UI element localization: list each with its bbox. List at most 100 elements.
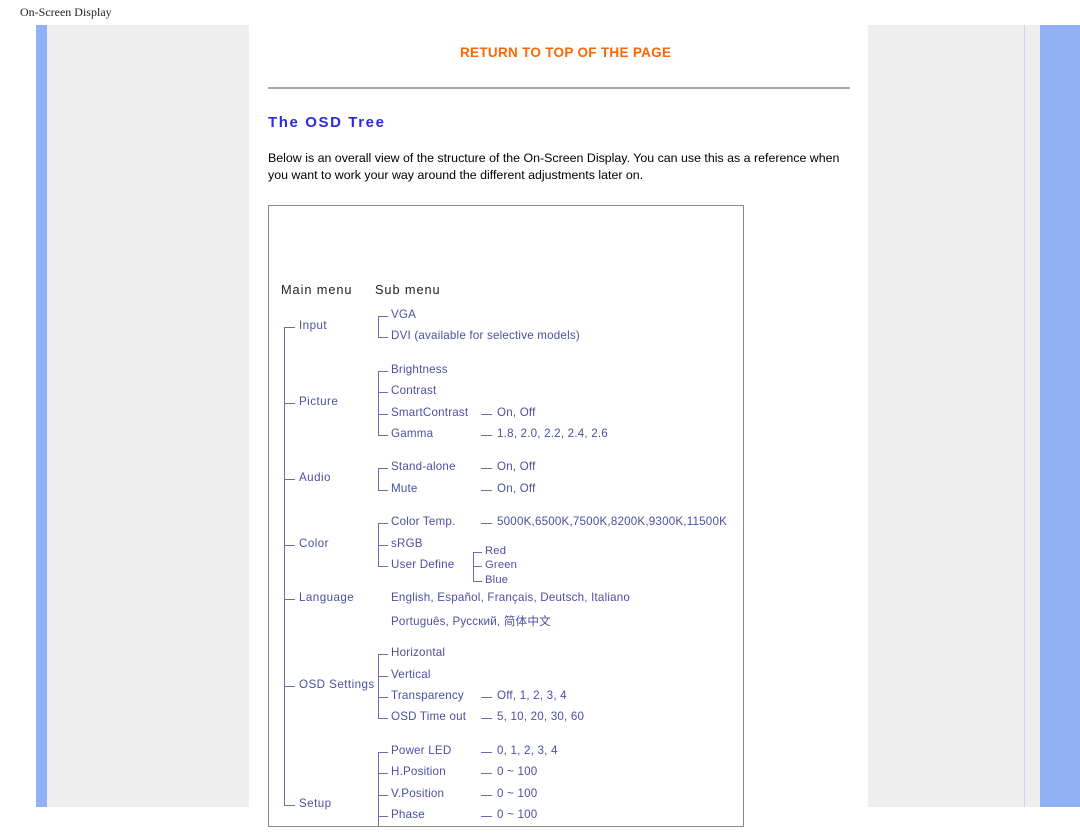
tree-sub-value: 0 ~ 100 [497, 808, 538, 821]
value-dash [481, 773, 492, 775]
tree-main-label: Language [299, 591, 355, 605]
left-accent-bar [36, 25, 47, 807]
sub-bracket-tick [378, 370, 388, 372]
main-spine-tick [284, 805, 295, 807]
sub-bracket-tick [378, 489, 388, 491]
sub-bracket-tick [378, 544, 388, 546]
sub-bracket-tick [378, 523, 388, 525]
tree-sub-value: 0 ~ 100 [497, 786, 538, 800]
sub-bracket-tick [378, 316, 388, 317]
tree-sub-value: 5000K,6500K,7500K,8200K,9300K,11500K [497, 515, 728, 529]
tree-sub-value: On, Off [497, 481, 536, 495]
tree-sub-label: Color Temp. [391, 515, 456, 529]
sub-bracket-tick [378, 675, 388, 677]
subsub-bracket-tick [473, 566, 482, 567]
main-spine-tick [284, 686, 295, 688]
value-dash [481, 523, 492, 525]
tree-main-label: Picture [299, 394, 339, 408]
tree-main-label: OSD Settings [299, 678, 375, 692]
value-dash [481, 435, 492, 436]
main-spine-tick [284, 479, 295, 481]
value-dash [481, 697, 492, 698]
tree-main-label: Input [299, 318, 328, 332]
main-spine-tick [284, 326, 295, 328]
tree-sub-label: sRGB [391, 536, 423, 550]
tree-subsub-label: Red [485, 544, 507, 557]
tree-sub-label: User Define [391, 558, 455, 571]
content-column: RETURN TO TOP OF THE PAGE The OSD Tree B… [250, 25, 868, 827]
right-hairline [1024, 25, 1025, 807]
value-dash [481, 816, 492, 817]
tree-sub-label: Phase [391, 808, 425, 821]
return-to-top-link[interactable]: RETURN TO TOP OF THE PAGE [460, 45, 671, 60]
tree-sub-value: 1.8, 2.0, 2.2, 2.4, 2.6 [497, 427, 608, 440]
sub-bracket-tick [378, 413, 388, 415]
tree-subsub-label: Green [485, 559, 518, 571]
sub-bracket-tick [378, 718, 388, 720]
sub-bracket-tick [378, 435, 388, 436]
tree-main-label: Audio [299, 471, 331, 485]
tree-sub-label: Brightness [391, 362, 448, 376]
sub-bracket-tick [378, 697, 388, 698]
sub-bracket-tick [378, 773, 388, 775]
tree-sub-label: Power LED [391, 743, 452, 757]
page-root: On-Screen Display RETURN TO TOP OF THE P… [0, 0, 1080, 834]
subsub-bracket-spine [473, 551, 474, 581]
value-dash [481, 489, 492, 491]
tree-sub-label: Gamma [391, 427, 434, 440]
tree-sub-label: Transparency [391, 689, 464, 702]
column-header-main-menu: Main menu [281, 282, 353, 297]
tree-sub-label: Contrast [391, 384, 437, 398]
tree-sub-value: 0, 1, 2, 3, 4 [497, 743, 558, 757]
subsub-bracket-tick [473, 551, 482, 553]
column-header-sub-menu: Sub menu [375, 282, 441, 297]
value-dash [481, 413, 492, 415]
right-panel [868, 25, 1025, 807]
tree-sub-label: H.Position [391, 765, 446, 779]
tree-sub-value: 0 ~ 100 [497, 765, 538, 779]
value-dash [481, 794, 492, 796]
value-dash [481, 718, 492, 720]
section-heading: The OSD Tree [268, 114, 386, 131]
header-divider [268, 87, 850, 89]
main-spine-tick [284, 402, 295, 404]
main-spine-tick [284, 599, 295, 601]
value-dash [481, 468, 492, 470]
sub-bracket-tick [378, 468, 388, 470]
sub-bracket-spine [378, 654, 379, 719]
page-title: On-Screen Display [20, 5, 112, 19]
tree-sub-label: V.Position [391, 786, 445, 800]
tree-language-line2: Português, Русский, 简体中文 [391, 614, 551, 628]
tree-main-label: Color [299, 536, 329, 550]
tree-sub-label: Stand-alone [391, 460, 456, 474]
sub-bracket-tick [378, 816, 388, 817]
tree-sub-value: On, Off [497, 405, 536, 419]
sub-bracket-spine [378, 370, 379, 435]
tree-sub-label: Horizontal [391, 646, 446, 660]
left-panel [36, 25, 249, 807]
sub-bracket-tick [378, 751, 388, 753]
osd-tree-diagram: Main menu Sub menu VGA DVI (available for… [268, 205, 744, 827]
sub-bracket-tick [378, 337, 388, 339]
value-dash [481, 751, 492, 753]
sub-bracket-spine [378, 468, 379, 490]
tree-sub-label: Mute [391, 481, 418, 495]
sub-bracket-tick [378, 794, 388, 796]
sub-bracket-tick [378, 566, 388, 567]
sub-bracket-tick [378, 392, 388, 394]
right-panel-edge [1025, 25, 1040, 807]
sub-bracket-tick [378, 654, 388, 656]
tree-sub-value: Off, 1, 2, 3, 4 [497, 689, 567, 702]
tree-sub-label: OSD Time out [391, 710, 467, 724]
tree-sub-label: DVI (available for selective models) [391, 329, 580, 343]
tree-sub-label: English, Español, Français, Deutsch, Ita… [391, 591, 631, 605]
tree-subsub-label: Blue [485, 573, 509, 586]
subsub-bracket-tick [473, 580, 482, 582]
tree-sub-label: SmartContrast [391, 405, 469, 419]
tree-main-label: Setup [299, 797, 332, 811]
main-spine-tick [284, 544, 295, 546]
right-accent-bar [1040, 25, 1080, 807]
tree-sub-value: On, Off [497, 460, 536, 474]
intro-paragraph: Below is an overall view of the structur… [268, 151, 840, 182]
tree-sub-label: VGA [391, 308, 417, 321]
